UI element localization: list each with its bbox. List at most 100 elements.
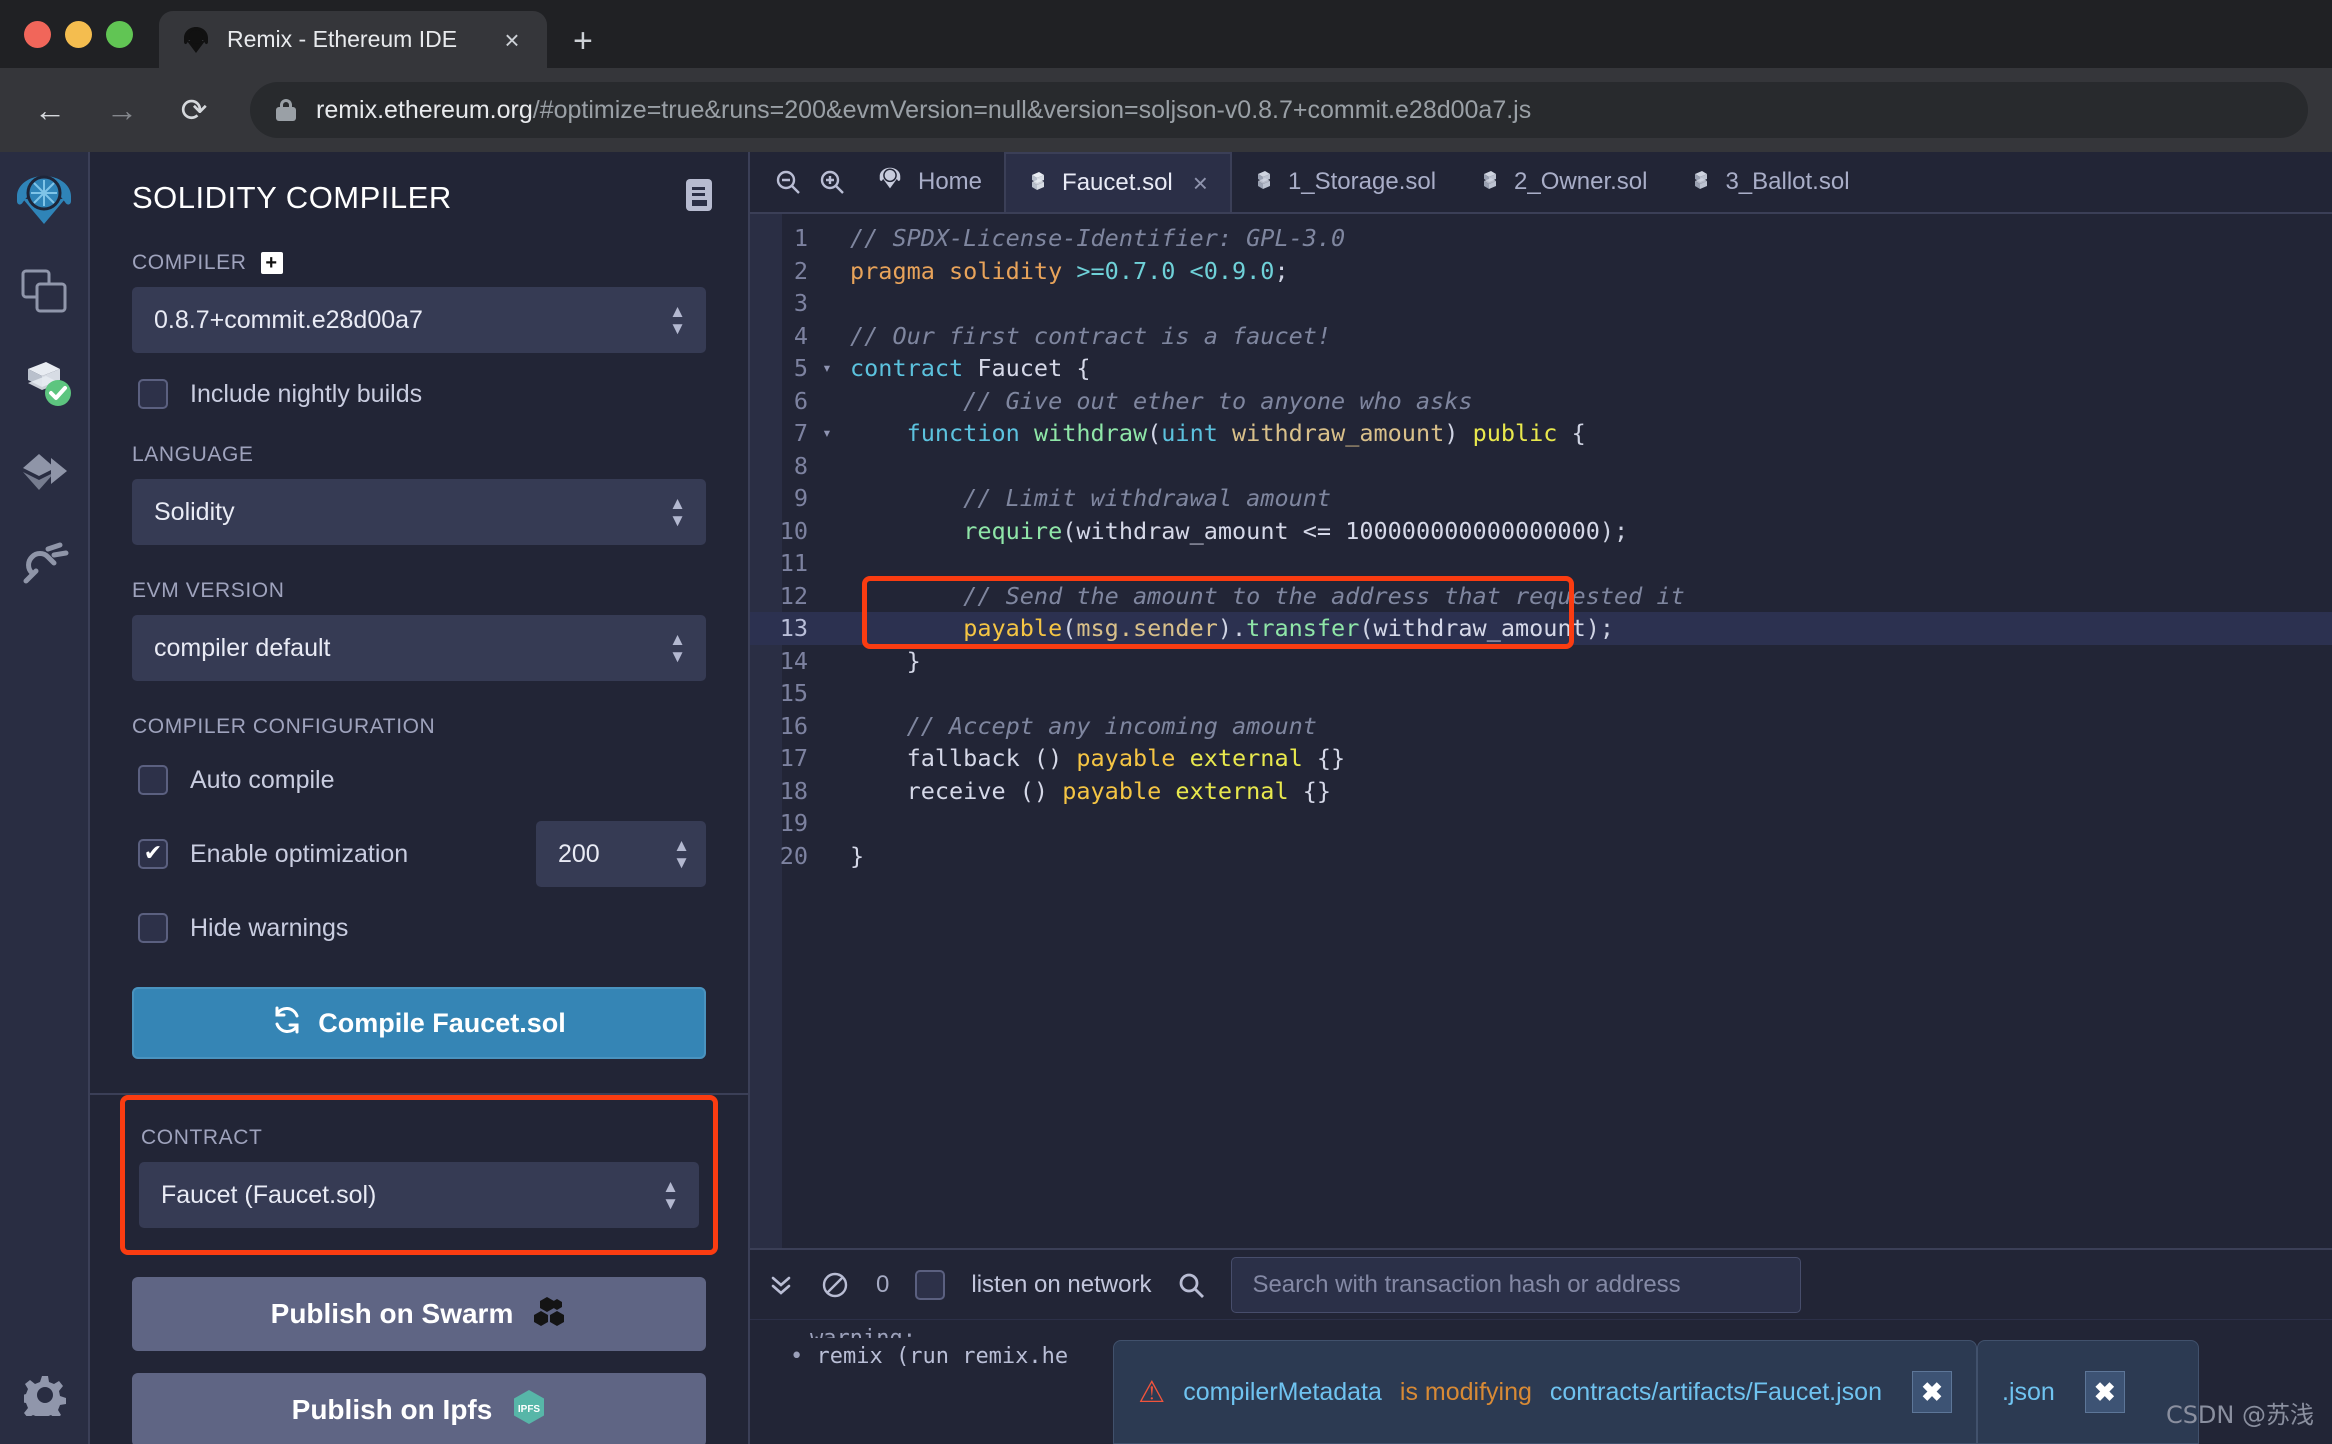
auto-compile-row[interactable]: Auto compile bbox=[138, 765, 706, 795]
close-icon[interactable]: ✖ bbox=[2084, 1371, 2125, 1413]
evm-version-select[interactable]: compiler default ▲ ▼ bbox=[132, 615, 706, 681]
plugin-manager-icon[interactable] bbox=[9, 526, 79, 596]
minimize-window-button[interactable] bbox=[65, 20, 92, 48]
enable-optimization-checkbox[interactable]: ✔ bbox=[138, 839, 168, 869]
code-line[interactable]: 1 // SPDX-License-Identifier: GPL-3.0 bbox=[750, 222, 2332, 255]
search-icon[interactable] bbox=[1177, 1271, 1205, 1299]
terminal-toolbar: 0 listen on network Search with transact… bbox=[750, 1250, 2332, 1320]
fold-arrow-icon[interactable]: ▾ bbox=[816, 417, 838, 450]
code-editor[interactable]: 1 // SPDX-License-Identifier: GPL-3.0 2 pra… bbox=[750, 214, 2332, 1248]
compiler-section-label: COMPILER + bbox=[132, 251, 706, 275]
close-icon[interactable]: ✖ bbox=[1912, 1371, 1952, 1413]
optimization-runs-value: 200 bbox=[558, 839, 600, 868]
back-icon[interactable]: ← bbox=[24, 92, 76, 129]
code-line-text bbox=[838, 547, 850, 580]
language-select[interactable]: Solidity ▲ ▼ bbox=[132, 479, 706, 545]
clear-console-icon[interactable] bbox=[820, 1270, 850, 1300]
hide-warnings-label: Hide warnings bbox=[190, 913, 349, 942]
deploy-run-icon[interactable] bbox=[9, 436, 79, 506]
code-line[interactable]: 10 require(withdraw_amount <= 1000000000… bbox=[750, 515, 2332, 548]
code-line[interactable]: 16 // Accept any incoming amount bbox=[750, 710, 2332, 743]
evm-version-value: compiler default bbox=[154, 633, 331, 662]
publish-on-swarm-button[interactable]: Publish on Swarm bbox=[132, 1277, 706, 1351]
line-number: 4 bbox=[793, 321, 808, 350]
hide-warnings-checkbox[interactable] bbox=[138, 913, 168, 943]
solidity-file-icon bbox=[1691, 167, 1713, 198]
settings-gear-icon[interactable] bbox=[10, 1360, 80, 1430]
close-icon[interactable]: × bbox=[495, 27, 529, 53]
line-number: 7 bbox=[793, 419, 808, 447]
code-line-text: // Our first contract is a faucet! bbox=[850, 321, 1332, 350]
line-number: 17 bbox=[779, 744, 808, 772]
transaction-search-input[interactable]: Search with transaction hash or address bbox=[1231, 1256, 1802, 1313]
code-line[interactable]: 12 // Send the amount to the address tha… bbox=[750, 580, 2332, 613]
toast-compiler-metadata[interactable]: ⚠ compilerMetadata is modifying contracts… bbox=[1113, 1340, 1977, 1444]
compile-button[interactable]: Compile Faucet.sol bbox=[132, 987, 706, 1059]
chevron-double-down-icon[interactable] bbox=[768, 1272, 794, 1298]
code-line[interactable]: 20} bbox=[750, 840, 2332, 873]
auto-compile-checkbox[interactable] bbox=[138, 765, 168, 795]
book-icon[interactable] bbox=[684, 178, 714, 217]
new-tab-button[interactable]: + bbox=[573, 24, 593, 58]
code-line[interactable]: 13 payable(msg.sender).transfer(withdraw… bbox=[750, 612, 2332, 645]
code-line[interactable]: 6 // Give out ether to anyone who asks bbox=[750, 385, 2332, 418]
code-line[interactable]: 2 pragma solidity >=0.7.0 <0.9.0; bbox=[750, 255, 2332, 288]
editor-tab-3-ballot[interactable]: 3_Ballot.sol bbox=[1669, 152, 1871, 212]
toast-part-c: .json bbox=[2002, 1377, 2055, 1406]
code-line-text: contract Faucet { bbox=[850, 354, 1091, 382]
listen-on-network-checkbox[interactable] bbox=[915, 1269, 946, 1300]
reload-icon[interactable]: ⟳ bbox=[168, 91, 220, 129]
editor-tab-home[interactable]: Home bbox=[854, 152, 1004, 212]
address-bar[interactable]: remix.ethereum.org/#optimize=true&runs=2… bbox=[250, 82, 2308, 138]
editor-tab-faucet[interactable]: Faucet.sol × bbox=[1004, 152, 1232, 212]
code-line[interactable]: 19 bbox=[750, 807, 2332, 840]
file-explorer-icon[interactable] bbox=[9, 256, 79, 326]
close-window-button[interactable] bbox=[24, 20, 51, 48]
code-line[interactable]: 3 bbox=[750, 287, 2332, 320]
optimization-runs-stepper[interactable]: 200 ▲ ▼ bbox=[536, 821, 706, 887]
code-line[interactable]: 11 bbox=[750, 547, 2332, 580]
watermark: CSDN @苏浅 bbox=[2165, 1401, 2314, 1429]
code-line[interactable]: 15 bbox=[750, 677, 2332, 710]
add-custom-compiler-icon[interactable]: + bbox=[260, 252, 283, 274]
code-line-text bbox=[838, 677, 850, 710]
hide-warnings-row[interactable]: Hide warnings bbox=[138, 913, 706, 943]
include-nightly-row[interactable]: Include nightly builds bbox=[138, 379, 706, 409]
browser-tab[interactable]: Remix - Ethereum IDE × bbox=[159, 11, 547, 68]
close-icon[interactable]: × bbox=[1193, 168, 1208, 199]
editor-tab-1-storage[interactable]: 1_Storage.sol bbox=[1232, 152, 1458, 212]
code-line[interactable]: 4 // Our first contract is a faucet! bbox=[750, 320, 2332, 353]
contract-select[interactable]: Faucet (Faucet.sol) ▲ ▼ bbox=[139, 1162, 699, 1228]
compiler-version-select[interactable]: 0.8.7+commit.e28d00a7 ▲ ▼ bbox=[132, 287, 706, 353]
forward-icon[interactable]: → bbox=[96, 92, 148, 129]
maximize-window-button[interactable] bbox=[106, 20, 133, 48]
publish-on-ipfs-button[interactable]: Publish on Ipfs IPFS bbox=[132, 1373, 706, 1444]
compiler-version-value: 0.8.7+commit.e28d00a7 bbox=[154, 305, 423, 334]
solidity-file-icon bbox=[1480, 167, 1502, 198]
editor-tab-label: Faucet.sol bbox=[1062, 169, 1173, 196]
icon-rail bbox=[0, 152, 90, 1444]
code-line[interactable]: 18 receive () payable external {} bbox=[750, 775, 2332, 808]
code-line-text: } bbox=[850, 646, 921, 675]
include-nightly-checkbox[interactable] bbox=[138, 379, 168, 409]
code-line[interactable]: 8 bbox=[750, 450, 2332, 483]
refresh-icon bbox=[272, 1005, 302, 1042]
enable-optimization-group[interactable]: ✔ Enable optimization bbox=[138, 839, 408, 869]
browser-tab-title: Remix - Ethereum IDE bbox=[227, 26, 458, 52]
fold-arrow-icon[interactable]: ▾ bbox=[816, 352, 838, 385]
zoom-in-icon[interactable] bbox=[810, 152, 854, 212]
solidity-compiler-icon[interactable] bbox=[9, 346, 79, 416]
editor-tab-2-owner[interactable]: 2_Owner.sol bbox=[1458, 152, 1669, 212]
code-line[interactable]: 14 } bbox=[750, 645, 2332, 678]
code-line[interactable]: 9 // Limit withdrawal amount bbox=[750, 482, 2332, 515]
include-nightly-label: Include nightly builds bbox=[190, 379, 423, 408]
code-line[interactable]: 7 ▾ function withdraw(uint withdraw_amoun… bbox=[750, 417, 2332, 450]
code-line[interactable]: 17 fallback () payable external {} bbox=[750, 742, 2332, 775]
zoom-out-icon[interactable] bbox=[766, 152, 810, 212]
remix-home-icon[interactable] bbox=[9, 166, 79, 236]
code-line[interactable]: 5 ▾ contract Faucet { bbox=[750, 352, 2332, 385]
